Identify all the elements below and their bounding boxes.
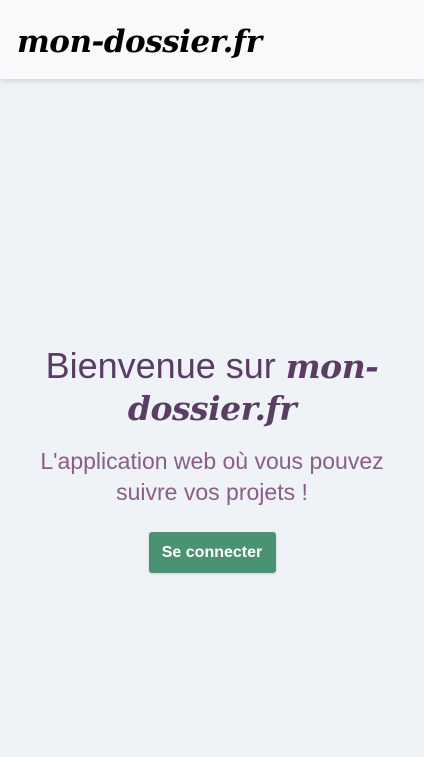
top-navbar: mon-dossier.fr <box>0 0 424 79</box>
welcome-title-prefix: Bienvenue sur <box>45 345 276 386</box>
welcome-hero: Bienvenue sur mon-dossier.fr L'applicati… <box>22 345 402 573</box>
main-content: Bienvenue sur mon-dossier.fr L'applicati… <box>0 79 424 757</box>
brand-logo[interactable]: mon-dossier.fr <box>17 22 262 62</box>
login-button[interactable]: Se connecter <box>148 532 276 573</box>
welcome-title: Bienvenue sur mon-dossier.fr <box>22 345 402 429</box>
welcome-subtitle: L'application web où vous pouvez suivre … <box>40 448 384 505</box>
